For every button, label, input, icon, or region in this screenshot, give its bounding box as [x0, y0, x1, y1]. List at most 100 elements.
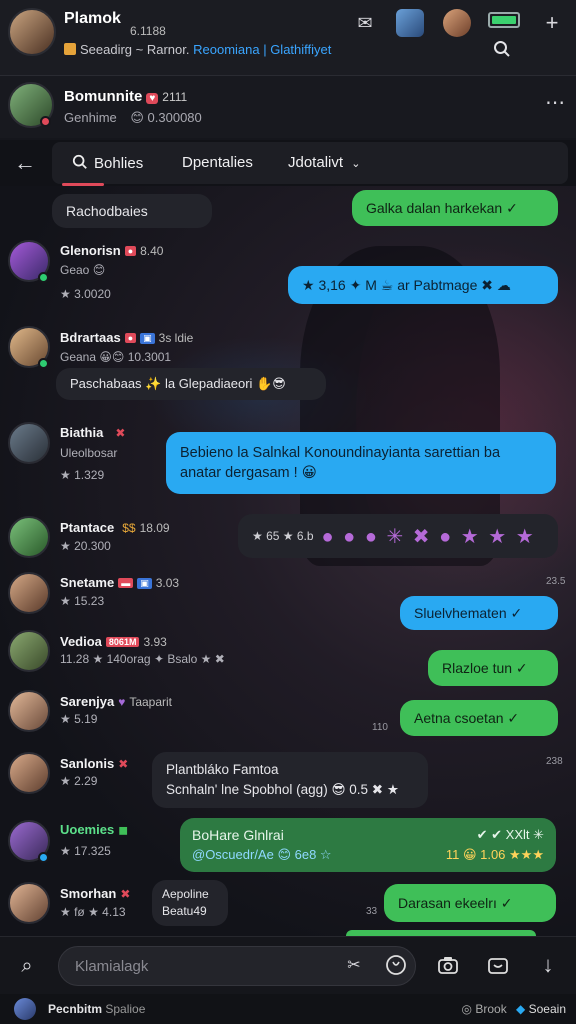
message-bubble-outgoing[interactable]: Galka dalan harkekan ✓ — [352, 190, 558, 226]
message-time: 18.09 — [139, 521, 170, 535]
message-bubble[interactable]: Paschabaas ✨ la Glepadiaeori ✋😎 — [56, 368, 326, 400]
top-subtitle: Seeadirg ~ Rarnor. Reoomiana | Glathiffi… — [64, 42, 331, 57]
sender-name: Ptantace $$ 18.09 — [60, 520, 170, 535]
circle-icon: ◎ — [461, 1002, 472, 1016]
message-preview: Uleolbosar — [60, 446, 118, 460]
sender-name: Biathia ✖ — [60, 425, 125, 440]
verified-icon: ◼ — [118, 823, 129, 837]
user-avatar[interactable] — [8, 690, 50, 732]
message-bubble-outgoing[interactable]: Sluelvhematen ✓ — [400, 596, 558, 630]
message-text: Galka dalan harkekan ✓ — [366, 199, 518, 216]
card-subtitle: @Oscuedr/Ae 😊 6e8 ☆ — [192, 847, 332, 862]
tab-second[interactable]: Dpentalies — [182, 154, 253, 171]
sender-name-text: Vedioa — [60, 634, 102, 649]
subtitle-link[interactable]: Reoomiana | Glathiffiyet — [193, 42, 331, 57]
sender-name: Vedioa 8061M 3.93 — [60, 634, 167, 649]
message-timestamp: 110 — [372, 722, 388, 733]
sender-name: Glenorisn ● 8.40 — [60, 243, 163, 258]
message-preview: Geana 😀😊 10.3001 — [60, 350, 172, 364]
footer-status-b: Soeain — [528, 1002, 566, 1016]
footer-status-a: Brook — [475, 1002, 507, 1016]
message-bubble-outgoing[interactable]: Aetna csoetan ✓ — [400, 700, 558, 736]
user-avatar[interactable] — [8, 572, 50, 614]
channel-header[interactable]: Bomunnite ♥ 2111 Genhime 😊 0.300080 ⋯ — [0, 76, 576, 138]
channel-num: 2111 — [162, 90, 188, 104]
search-icon[interactable] — [488, 36, 516, 62]
contact-avatar[interactable] — [443, 9, 471, 37]
back-arrow-icon[interactable]: ← — [10, 148, 40, 178]
message-text: Rachodbaies — [66, 203, 148, 219]
more-options-icon[interactable]: ⋯ — [540, 90, 570, 114]
message-text-line: Bebieno la Salnkal Konoundinayianta sare… — [180, 445, 501, 461]
message-time: 3.93 — [143, 635, 167, 649]
message-text: Paschabaas ✨ la Glepadiaeori ✋😎 — [70, 376, 286, 391]
footer-user: Pecnbitm Spalioe — [48, 1002, 145, 1016]
reaction-bar[interactable]: ★ 65 ★ 6.b ● ● ● ✳ ✖ ● ★ ★ ★ — [238, 514, 558, 558]
online-indicator — [38, 852, 49, 863]
sender-name-text: Glenorisn — [60, 243, 121, 258]
role-badge: ▣ — [140, 333, 155, 344]
sender-name: Sarenjya ♥ Taaparit — [60, 694, 172, 709]
send-icon[interactable]: ↓ — [534, 951, 562, 979]
gif-icon[interactable] — [484, 951, 512, 979]
user-avatar[interactable] — [8, 630, 50, 672]
message-bubble-outgoing[interactable]: Darasan ekeelrı ✓ — [384, 884, 556, 922]
message-time: 3s ldie — [158, 331, 194, 345]
message-time: 3.03 — [155, 576, 180, 590]
role-badge: ✖ — [115, 426, 126, 440]
tools-icon[interactable]: ✂ — [340, 951, 368, 979]
channel-sub-a: Genhime — [64, 110, 117, 125]
message-time: Taaparit — [129, 695, 173, 709]
message-text-line: Scnhaln' lne Spobhol (agg) 😎 0.5 ✖ ★ — [166, 782, 399, 797]
sticker-icon[interactable] — [382, 951, 410, 979]
message-bubble[interactable]: Rachodbaies — [52, 194, 212, 228]
user-avatar[interactable] — [8, 516, 50, 558]
message-time: 8.40 — [140, 244, 164, 258]
message-bubble[interactable]: Plantbláko Famtoa Scnhaln' lne Spobhol (… — [152, 752, 428, 808]
sender-name: Snetame ▬ ▣ 3.03 — [60, 575, 179, 590]
card-row: @Oscuedr/Ae 😊 6e8 ☆ 11 😀 1.06 ★★★ — [192, 845, 544, 865]
profile-avatar[interactable] — [8, 8, 56, 56]
tabs-container: Bohlies Dpentalies Jdotalivt ⌄ — [52, 142, 568, 184]
message-meta: ★ 2.29 — [60, 774, 98, 788]
tab-label: Bohlies — [94, 155, 144, 172]
channel-badge: ♥ — [146, 93, 159, 104]
sender-name-text: Sanlonis — [60, 756, 115, 771]
message-bubble-outgoing[interactable]: ★ 3,16 ✦ M ☕ ar Pabtmage ✖ ☁ — [288, 266, 558, 304]
attach-icon[interactable]: ⌕ — [12, 951, 42, 981]
role-badge: ▣ — [137, 578, 152, 589]
message-text: Sluelvhematen ✓ — [414, 604, 523, 621]
role-badge: ♥ — [118, 695, 126, 709]
sender-name-text: Uoemies — [60, 822, 115, 837]
top-bar: Plamok 6.1188 Seeadirg ~ Rarnor. Reoomia… — [0, 0, 576, 76]
message-bubble-outgoing[interactable]: Bebieno la Salnkal Konoundinayianta sare… — [166, 432, 556, 494]
contact-avatar[interactable] — [396, 9, 424, 37]
tab-third[interactable]: Jdotalivt ⌄ — [288, 154, 360, 171]
user-avatar[interactable] — [8, 752, 50, 794]
reactions[interactable]: ● ● ● ✳ ✖ ● ★ ★ ★ — [322, 524, 536, 549]
sender-name-text: Ptantace — [60, 520, 115, 535]
channel-sub-b: 😊 0.300080 — [130, 110, 202, 125]
message-preview: Geao 😊 — [60, 263, 106, 277]
user-avatar[interactable] — [8, 882, 50, 924]
user-avatar[interactable] — [8, 422, 50, 464]
footer-avatar[interactable] — [14, 998, 36, 1020]
message-card[interactable]: BoHare Glnlrai ✔ ✔ XXlt ✳ @Oscuedr/Ae 😊 … — [180, 818, 556, 872]
camera-icon[interactable] — [434, 951, 462, 979]
online-indicator — [40, 116, 51, 127]
message-meta: ★ 5.19 — [60, 712, 98, 726]
footer-user-name: Pecnbitm — [48, 1002, 103, 1016]
subtitle-icon — [64, 43, 76, 55]
message-timestamp: 33 — [366, 906, 378, 917]
message-text: Rlazloe tun ✓ — [442, 659, 528, 676]
role-badge: ▬ — [118, 578, 134, 588]
message-text: Aetna csoetan ✓ — [414, 709, 520, 726]
message-bubble-outgoing[interactable]: Rlazloe tun ✓ — [428, 650, 558, 686]
message-bubble[interactable]: Aepoline Beatu49 — [152, 880, 228, 926]
add-icon[interactable]: + — [538, 10, 566, 36]
tab-search[interactable]: Bohlies — [72, 154, 143, 172]
sender-name-text: Bdrartaas — [60, 330, 121, 345]
message-meta: ★ 1.329 — [60, 468, 105, 482]
notification-icon[interactable]: ✉ — [352, 10, 378, 36]
role-badge: ✖ — [118, 757, 129, 771]
